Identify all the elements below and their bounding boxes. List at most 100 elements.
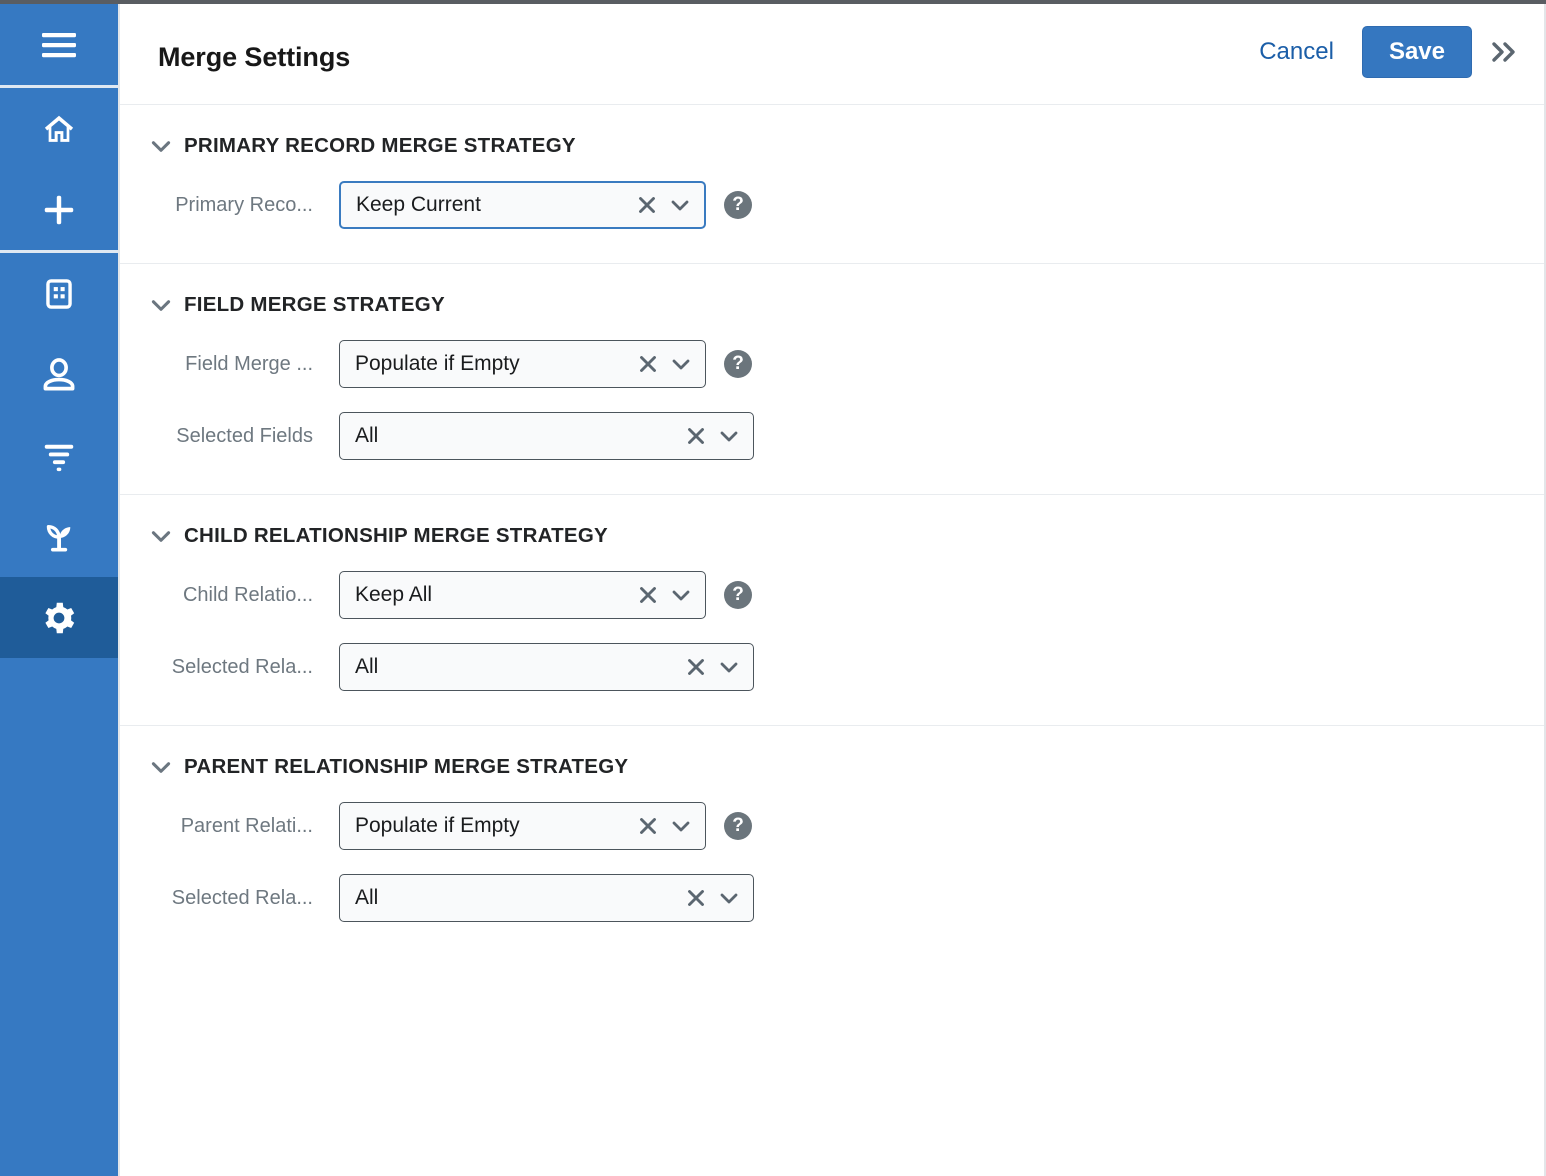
form-row: Field Merge ...Populate if Empty?: [120, 328, 1544, 400]
form-row: Primary Reco...Keep Current?: [120, 169, 1544, 241]
chevron-down-icon: [669, 583, 693, 607]
building-icon: [42, 277, 76, 311]
sidebar-item-home[interactable]: [0, 88, 118, 169]
section-rows: Parent Relati...Populate if Empty?Select…: [120, 790, 1544, 956]
section-child-relationship-merge-strategy: CHILD RELATIONSHIP MERGE STRATEGY Child R…: [120, 495, 1544, 726]
chevron-down-icon: [148, 523, 174, 549]
help-icon[interactable]: ?: [724, 350, 752, 378]
close-icon: [636, 814, 660, 838]
sidebar-item-accounts[interactable]: [0, 253, 118, 334]
close-icon: [636, 583, 660, 607]
page-title: Merge Settings: [158, 42, 350, 73]
dropdown-icons: [683, 885, 753, 911]
clear-selection-button[interactable]: [683, 885, 709, 911]
chevron-down-icon: [717, 886, 741, 910]
sidebar-item-contacts[interactable]: [0, 334, 118, 415]
section-header-child-relationship-merge-strategy[interactable]: CHILD RELATIONSHIP MERGE STRATEGY: [120, 495, 1544, 559]
help-icon[interactable]: ?: [724, 191, 752, 219]
chevron-down-icon: [148, 133, 174, 159]
section-title: PARENT RELATIONSHIP MERGE STRATEGY: [184, 755, 628, 779]
dropdown-toggle-button[interactable]: [668, 351, 694, 377]
field-label: Parent Relati...: [120, 815, 339, 838]
sidebar-item-settings[interactable]: [0, 577, 118, 658]
chevron-down-icon: [669, 814, 693, 838]
dropdown-toggle-button[interactable]: [667, 192, 693, 218]
double-chevron-right-icon: [1490, 40, 1520, 64]
expand-more-button[interactable]: [1488, 35, 1522, 69]
dropdown-value: Keep All: [340, 583, 635, 607]
dropdown-primary-record-merge-strategy-0[interactable]: Keep Current: [339, 181, 706, 229]
chevron-down-icon: [668, 193, 692, 217]
dropdown-icons: [635, 351, 705, 377]
clear-selection-button[interactable]: [683, 654, 709, 680]
dropdown-child-relationship-merge-strategy-1[interactable]: All: [339, 643, 754, 691]
dropdown-field-merge-strategy-1[interactable]: All: [339, 412, 754, 460]
sidebar-item-leads[interactable]: [0, 496, 118, 577]
section-title: PRIMARY RECORD MERGE STRATEGY: [184, 134, 576, 158]
dropdown-value: Keep Current: [341, 193, 634, 217]
dropdown-toggle-button[interactable]: [668, 582, 694, 608]
sidebar-item-new[interactable]: [0, 169, 118, 250]
section-title: CHILD RELATIONSHIP MERGE STRATEGY: [184, 524, 608, 548]
help-icon[interactable]: ?: [724, 812, 752, 840]
section-rows: Primary Reco...Keep Current?: [120, 169, 1544, 263]
close-icon: [684, 655, 708, 679]
clear-selection-button[interactable]: [683, 423, 709, 449]
dropdown-toggle-button[interactable]: [716, 423, 742, 449]
dropdown-value: All: [340, 655, 683, 679]
clear-selection-button[interactable]: [635, 582, 661, 608]
section-header-field-merge-strategy[interactable]: FIELD MERGE STRATEGY: [120, 264, 1544, 328]
dropdown-value: All: [340, 886, 683, 910]
chevron-down-icon: [717, 424, 741, 448]
form-row: Selected Rela...All: [120, 631, 1544, 703]
section-title: FIELD MERGE STRATEGY: [184, 293, 445, 317]
field-label: Child Relatio...: [120, 584, 339, 607]
clear-selection-button[interactable]: [635, 813, 661, 839]
dropdown-value: Populate if Empty: [340, 814, 635, 838]
dropdown-icons: [635, 582, 705, 608]
section-rows: Child Relatio...Keep All? Selected Rela..…: [120, 559, 1544, 725]
field-label: Primary Reco...: [120, 194, 339, 217]
plus-icon: [40, 191, 78, 229]
sidebar-item-filters[interactable]: [0, 415, 118, 496]
header-actions: Cancel Save: [1243, 26, 1522, 78]
clear-selection-button[interactable]: [634, 192, 660, 218]
form-row: Selected FieldsAll: [120, 400, 1544, 472]
close-icon: [684, 424, 708, 448]
seedling-icon: [40, 520, 78, 554]
dropdown-toggle-button[interactable]: [716, 885, 742, 911]
section-header-parent-relationship-merge-strategy[interactable]: PARENT RELATIONSHIP MERGE STRATEGY: [120, 726, 1544, 790]
dropdown-icons: [634, 192, 704, 218]
dropdown-toggle-button[interactable]: [668, 813, 694, 839]
sidebar-item-menu[interactable]: [0, 4, 118, 85]
chevron-down-icon: [148, 292, 174, 318]
hamburger-menu-icon: [41, 31, 77, 59]
help-icon[interactable]: ?: [724, 581, 752, 609]
merge-settings-panel: Merge Settings Cancel Save PRIMARY RECOR…: [118, 4, 1546, 1176]
dropdown-toggle-button[interactable]: [716, 654, 742, 680]
dropdown-parent-relationship-merge-strategy-0[interactable]: Populate if Empty: [339, 802, 706, 850]
form-row: Parent Relati...Populate if Empty?: [120, 790, 1544, 862]
dropdown-field-merge-strategy-0[interactable]: Populate if Empty: [339, 340, 706, 388]
clear-selection-button[interactable]: [635, 351, 661, 377]
form-row: Selected Rela...All: [120, 862, 1544, 934]
field-label: Selected Rela...: [120, 656, 339, 679]
section-header-primary-record-merge-strategy[interactable]: PRIMARY RECORD MERGE STRATEGY: [120, 105, 1544, 169]
gear-icon: [40, 599, 78, 637]
chevron-down-icon: [148, 754, 174, 780]
field-label: Selected Fields: [120, 425, 339, 448]
dropdown-parent-relationship-merge-strategy-1[interactable]: All: [339, 874, 754, 922]
field-label: Field Merge ...: [120, 353, 339, 376]
person-icon: [40, 356, 78, 394]
save-button[interactable]: Save: [1362, 26, 1472, 78]
dropdown-icons: [635, 813, 705, 839]
cancel-button[interactable]: Cancel: [1243, 28, 1350, 76]
section-rows: Field Merge ...Populate if Empty?Selecte…: [120, 328, 1544, 494]
chevron-down-icon: [669, 352, 693, 376]
dropdown-child-relationship-merge-strategy-0[interactable]: Keep All: [339, 571, 706, 619]
panel-header: Merge Settings Cancel Save: [120, 4, 1544, 105]
dropdown-icons: [683, 654, 753, 680]
app-root: Merge Settings Cancel Save PRIMARY RECOR…: [0, 0, 1546, 1176]
field-label: Selected Rela...: [120, 887, 339, 910]
sections-container: PRIMARY RECORD MERGE STRATEGY Primary Rec…: [120, 105, 1544, 956]
